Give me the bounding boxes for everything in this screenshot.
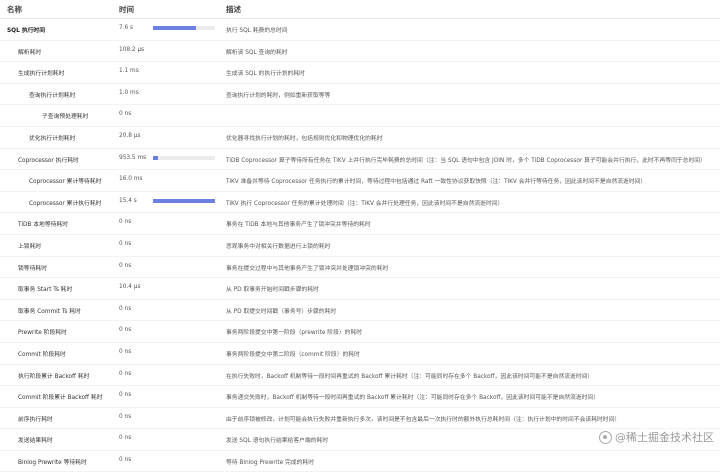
- row-time: 0 ns: [119, 370, 132, 377]
- row-name: Commit 阶段耗时: [18, 351, 66, 358]
- row-desc: 优化器寻找执行计划的耗时，包括规则优化和物理优化的耗时: [226, 135, 383, 142]
- table-row[interactable]: Coprocessor 累计等待耗时 16.0 ms TiKV 准备并等待 Copr…: [0, 170, 720, 192]
- row-name: Coprocessor 累计等待耗时: [29, 179, 102, 186]
- row-desc: 事务递交失败时，Backoff 机制等待一段时间再重试的 Backoff 累计耗…: [226, 395, 600, 402]
- row-time: 0 ns: [119, 111, 132, 118]
- table-row[interactable]: 生成执行计划耗时 1.1 ms 生成该 SQL 的执行计划的耗时: [0, 62, 720, 84]
- table-header: 名称 时间 描述: [0, 0, 720, 19]
- row-time: 16.0 ms: [119, 176, 143, 183]
- row-time: 108.2 µs: [119, 46, 145, 53]
- row-time: 1.1 ms: [119, 68, 139, 75]
- row-desc: 从 PD 取提交时间戳（事务号）步骤的耗时: [226, 308, 337, 315]
- row-name: 锁等待耗时: [18, 265, 47, 272]
- row-desc: 生成该 SQL 的执行计划的耗时: [226, 71, 305, 78]
- row-time: 0 ns: [119, 392, 132, 399]
- table-row[interactable]: Binlog Prewrite 等待耗时 0 ns 等待 Binlog Prewri…: [0, 451, 720, 472]
- row-desc: TiDB Coprocessor 算子等待所有任务在 TiKV 上并行执行完毕耗…: [226, 157, 706, 164]
- row-name: TiDB 本地等待耗时: [18, 222, 69, 229]
- row-name: 优化执行计划耗时: [29, 135, 76, 142]
- time-bar: [153, 26, 197, 30]
- row-time: 7.6 s: [119, 25, 134, 31]
- table-row[interactable]: 优化执行计划耗时 20.8 µs 优化器寻找执行计划的耗时，包括规则优化和物理优化的…: [0, 127, 720, 149]
- row-name: 查询执行计划耗时: [29, 92, 76, 99]
- row-desc: 从 PD 取事务开始时间戳步骤的耗时: [226, 287, 319, 294]
- row-name: 取事务 Commit Ts 耗时: [18, 308, 81, 315]
- row-name: Binlog Prewrite 等待耗时: [18, 459, 87, 466]
- row-desc: 事务在 TiDB 本地与其他事务产生了锁冲突并等待的耗时: [226, 222, 371, 229]
- row-name: Commit 阶段累计 Backoff 耗时: [18, 395, 103, 402]
- table-row[interactable]: Commit 阶段耗时 0 ns 事务两阶段提交中第二阶段（commit 阶段）的耗…: [0, 343, 720, 365]
- row-desc: 在执行失败时，Backoff 机制等待一段时间再重试的 Backoff 累计耗时…: [226, 373, 594, 380]
- table-row[interactable]: TiDB 本地等待耗时 0 ns 事务在 TiDB 本地与其他事务产生了锁冲突并等待…: [0, 213, 720, 235]
- row-desc: 事务在提交过程中与其他事务产生了锁冲突并处理锁冲突的耗时: [226, 265, 389, 272]
- row-name: 上锁耗时: [18, 243, 42, 250]
- row-desc: 由于前序锁被修改，计划可能会执行失败并重新执行多次，该时间是不包含最后一次执行时…: [226, 416, 621, 423]
- time-bar-track: [153, 155, 215, 160]
- row-name: SQL 执行时间: [7, 28, 46, 34]
- table-row[interactable]: 子查询预处理耗时 0 ns: [0, 105, 720, 127]
- row-desc: 解析该 SQL 查询的耗时: [226, 49, 288, 56]
- row-time: 0 ns: [119, 413, 132, 420]
- row-desc: 查询执行计划的耗时，例如重新获取等等: [226, 92, 331, 99]
- column-header-name[interactable]: 名称: [7, 4, 22, 15]
- table-row[interactable]: Coprocessor 执行耗时 953.5 ms TiDB Coprocessor…: [0, 149, 720, 171]
- row-name: Prewrite 阶段耗时: [18, 330, 67, 337]
- row-name: 发送结果耗时: [18, 438, 53, 445]
- row-name: 前序执行耗时: [18, 416, 53, 423]
- row-desc: 事务两阶段提交中第二阶段（commit 阶段）的耗时: [226, 351, 360, 358]
- row-time: 0 ns: [119, 348, 132, 355]
- row-desc: 悲观事务中对相关行数据进行上锁的耗时: [226, 243, 331, 250]
- time-bar: [153, 198, 215, 203]
- table-row[interactable]: 取事务 Start Ts 耗时 10.4 µs 从 PD 取事务开始时间戳步骤的耗时: [0, 278, 720, 300]
- table-row[interactable]: 上锁耗时 0 ns 悲观事务中对相关行数据进行上锁的耗时: [0, 235, 720, 257]
- row-name: 解析耗时: [18, 49, 42, 56]
- row-desc: TiKV 执行 Coprocessor 任务的累计处理时间（注：TiKV 会并行…: [226, 200, 504, 207]
- row-desc: TiKV 准备并等待 Coprocessor 任务执行的累计时间，等待过程中包括…: [226, 179, 647, 186]
- row-time: 0 ns: [119, 456, 132, 463]
- column-header-time[interactable]: 时间: [119, 4, 134, 15]
- row-name: Coprocessor 累计执行耗时: [29, 200, 102, 207]
- row-name: 子查询预处理耗时: [42, 114, 89, 121]
- watermark: @稀土掘金技术社区: [599, 429, 714, 445]
- row-time: 0 ns: [119, 240, 132, 247]
- row-name: 取事务 Start Ts 耗时: [18, 287, 73, 294]
- row-name: 生成执行计划耗时: [18, 71, 65, 78]
- juejin-logo-icon: [599, 430, 612, 444]
- table-row[interactable]: Prewrite 阶段耗时 0 ns 事务两阶段提交中第一阶段（prewrite 阶…: [0, 321, 720, 343]
- row-name: 执行阶段累计 Backoff 耗时: [18, 373, 90, 380]
- table-row[interactable]: 查询执行计划耗时 1.0 ms 查询执行计划的耗时，例如重新获取等等: [0, 84, 720, 106]
- table-row[interactable]: 取事务 Commit Ts 耗时 0 ns 从 PD 取提交时间戳（事务号）步骤的耗…: [0, 300, 720, 322]
- time-bar: [153, 155, 158, 160]
- row-time: 1.0 ms: [119, 89, 139, 96]
- table-row[interactable]: 解析耗时 108.2 µs 解析该 SQL 查询的耗时: [0, 41, 720, 63]
- row-time: 0 ns: [119, 435, 132, 442]
- row-time: 20.8 µs: [119, 132, 141, 139]
- row-name: Coprocessor 执行耗时: [18, 157, 79, 164]
- row-time: 953.5 ms: [119, 154, 147, 161]
- row-time: 0 ns: [119, 219, 132, 226]
- table-row[interactable]: Commit 阶段累计 Backoff 耗时 0 ns 事务递交失败时，Backof…: [0, 386, 720, 408]
- row-time: 0 ns: [119, 327, 132, 334]
- row-time: 0 ns: [119, 305, 132, 312]
- row-desc: 事务两阶段提交中第一阶段（prewrite 阶段）的耗时: [226, 330, 363, 337]
- table-row[interactable]: 执行阶段累计 Backoff 耗时 0 ns 在执行失败时，Backoff 机制等待…: [0, 365, 720, 387]
- row-desc: 执行 SQL 耗费的总时间: [226, 28, 288, 34]
- row-time: 10.4 µs: [119, 284, 141, 291]
- timing-table: SQL 执行时间 7.6 s 执行 SQL 耗费的总时间 解析耗时 108.2 µs 解析…: [0, 19, 720, 472]
- watermark-text: @稀土掘金技术社区: [615, 431, 714, 444]
- table-row[interactable]: 前序执行耗时 0 ns 由于前序锁被修改，计划可能会执行失败并重新执行多次，该时间是…: [0, 408, 720, 430]
- table-row[interactable]: SQL 执行时间 7.6 s 执行 SQL 耗费的总时间: [0, 19, 720, 41]
- row-time: 0 ns: [119, 262, 132, 269]
- column-header-desc: 描述: [226, 5, 241, 14]
- table-row[interactable]: Coprocessor 累计执行耗时 15.4 s TiKV 执行 Coproces…: [0, 192, 720, 214]
- row-time: 15.4 s: [119, 197, 137, 204]
- row-desc: 等待 Binlog Prewrite 完成的耗时: [226, 459, 314, 466]
- table-row[interactable]: 锁等待耗时 0 ns 事务在提交过程中与其他事务产生了锁冲突并处理锁冲突的耗时: [0, 257, 720, 279]
